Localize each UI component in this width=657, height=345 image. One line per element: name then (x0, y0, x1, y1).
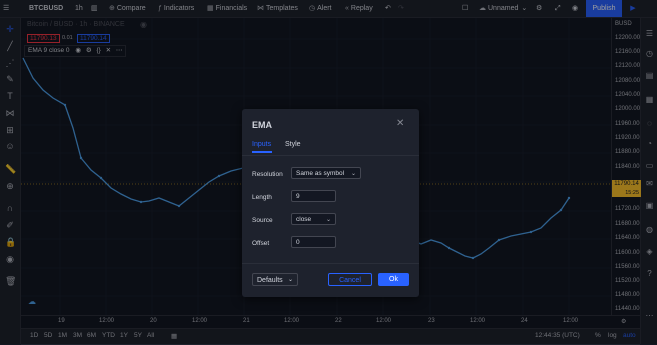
ema-settings-dialog: EMA ✕ Inputs Style Resolution Same as sy… (242, 109, 419, 297)
tab-inputs[interactable]: Inputs (252, 141, 271, 148)
tab-style[interactable]: Style (285, 141, 301, 148)
chevron-down-icon: ⌄ (325, 217, 331, 223)
divider (242, 263, 419, 264)
length-label: Length (252, 194, 272, 201)
source-value: close (296, 216, 312, 223)
divider (242, 155, 419, 156)
source-label: Source (252, 217, 273, 224)
dialog-title: EMA (252, 120, 272, 130)
ok-button[interactable]: Ok (378, 273, 409, 286)
active-tab-indicator (252, 151, 272, 153)
resolution-select[interactable]: Same as symbol ⌄ (291, 167, 361, 179)
chevron-down-icon: ⌄ (287, 277, 293, 283)
source-select[interactable]: close ⌄ (291, 213, 336, 225)
chevron-down-icon: ⌄ (350, 171, 356, 177)
close-icon[interactable]: ✕ (396, 118, 404, 129)
length-input[interactable]: 9 (291, 190, 336, 202)
resolution-label: Resolution (252, 171, 283, 178)
offset-input[interactable]: 0 (291, 236, 336, 248)
cancel-button[interactable]: Cancel (328, 273, 372, 286)
defaults-label: Defaults (257, 277, 283, 284)
resolution-value: Same as symbol (296, 170, 345, 177)
defaults-button[interactable]: Defaults ⌄ (252, 273, 298, 286)
offset-label: Offset (252, 240, 270, 247)
